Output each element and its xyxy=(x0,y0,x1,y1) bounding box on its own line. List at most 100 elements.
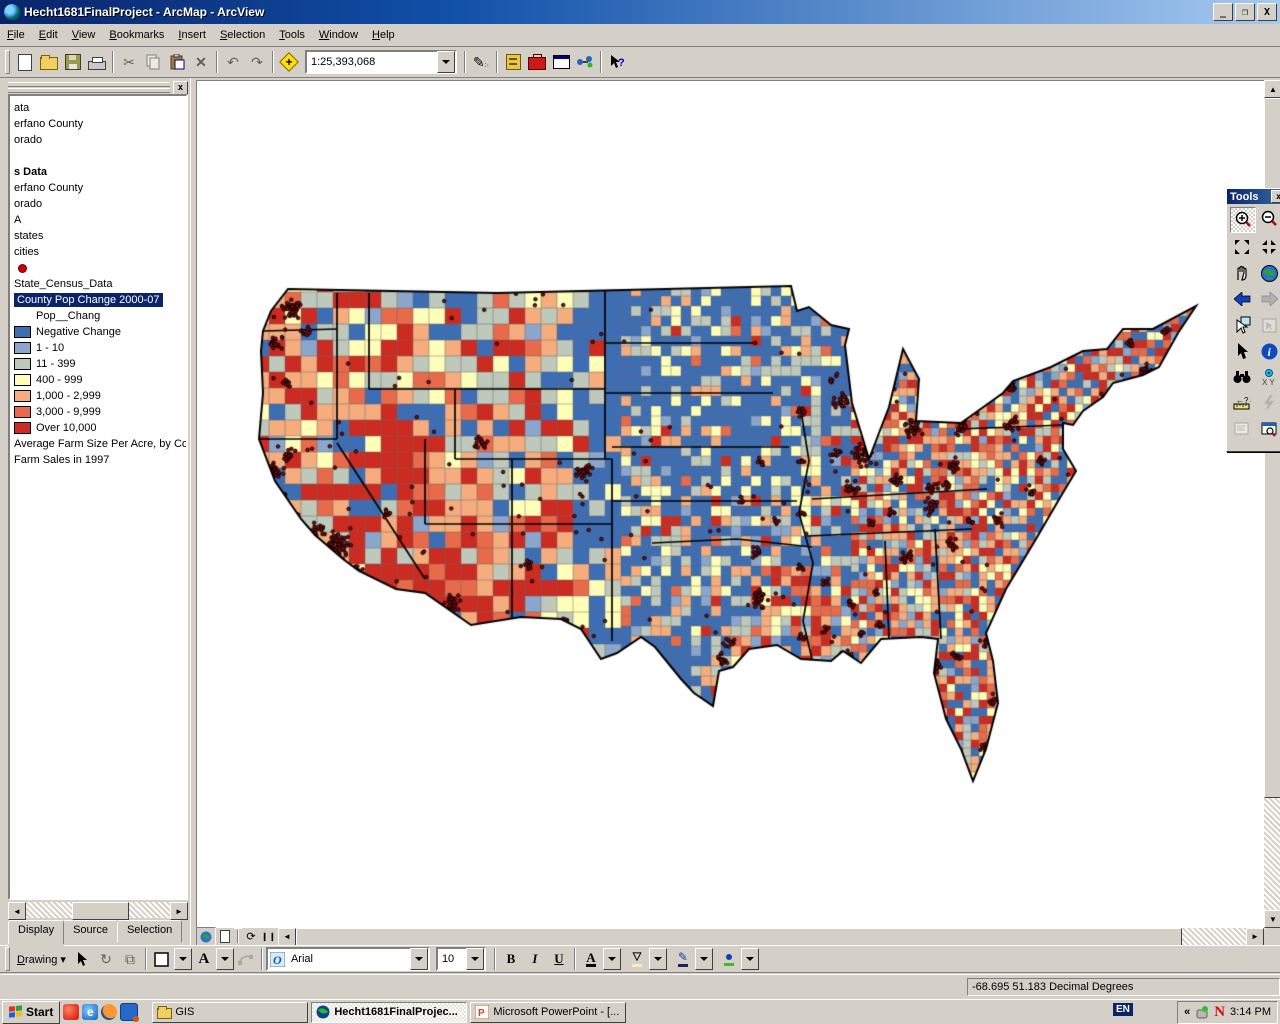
tray-collapse-button[interactable]: « xyxy=(1184,1006,1190,1018)
scale-dropdown-arrow[interactable] xyxy=(437,51,455,73)
toc-item[interactable]: 1 - 10 xyxy=(10,340,186,356)
taskbar-button-arcmap[interactable]: Hecht1681FinalProjec... xyxy=(311,1002,467,1023)
text-dropdown-arrow[interactable] xyxy=(216,948,234,970)
toc-item[interactable]: 400 - 999 xyxy=(10,372,186,388)
bold-button[interactable]: B xyxy=(499,947,523,971)
toc-item[interactable]: Average Farm Size Per Acre, by Cou xyxy=(10,436,186,452)
pan-tool[interactable] xyxy=(1230,261,1254,285)
menu-selection[interactable]: Selection xyxy=(213,26,272,44)
desktop-quicklaunch-icon[interactable] xyxy=(120,1003,138,1021)
toc-item[interactable]: erfano County xyxy=(10,180,186,196)
find-tool[interactable] xyxy=(1230,365,1254,389)
hyperlink-tool[interactable] xyxy=(1257,391,1280,415)
text-tool-button[interactable]: A xyxy=(192,947,216,971)
marker-color-dropdown[interactable] xyxy=(741,948,759,970)
toc-item[interactable]: 11 - 399 xyxy=(10,356,186,372)
rotate-element-button[interactable]: ↻ xyxy=(94,947,118,971)
zoom-out-tool[interactable] xyxy=(1257,207,1280,231)
menu-help[interactable]: Help xyxy=(365,26,402,44)
tray-netware-icon[interactable]: N xyxy=(1214,1004,1225,1021)
go-back-extent-tool[interactable] xyxy=(1230,287,1254,311)
taskbar-button-powerpoint[interactable]: P Microsoft PowerPoint - [... xyxy=(470,1002,626,1023)
menu-tools[interactable]: Tools xyxy=(272,26,312,44)
close-button[interactable]: X xyxy=(1257,3,1277,21)
select-elements-tool[interactable] xyxy=(1230,339,1254,363)
magnifier-window-tool[interactable] xyxy=(1257,417,1280,441)
save-button[interactable] xyxy=(61,50,85,74)
italic-button[interactable]: I xyxy=(523,947,547,971)
menu-insert[interactable]: Insert xyxy=(171,26,213,44)
new-document-button[interactable] xyxy=(13,50,37,74)
toc-item[interactable]: ata xyxy=(10,100,186,116)
underline-button[interactable]: U xyxy=(547,947,571,971)
delete-button[interactable]: ✕ xyxy=(189,50,213,74)
paste-button[interactable] xyxy=(165,50,189,74)
toc-scroll-right-arrow[interactable]: ► xyxy=(170,902,188,920)
language-indicator[interactable]: EN xyxy=(1113,1003,1133,1016)
menu-window[interactable]: Window xyxy=(312,26,365,44)
whats-this-help-button[interactable]: ? xyxy=(605,50,629,74)
toc-item[interactable]: Farm Sales in 1997 xyxy=(10,452,186,468)
font-size-dropdown-arrow[interactable] xyxy=(466,948,484,970)
toc-layer-selected[interactable]: County Pop Change 2000-07 xyxy=(10,292,186,308)
usa-county-choropleth-map[interactable] xyxy=(197,81,1265,929)
restore-button[interactable]: ❐ xyxy=(1235,3,1255,21)
drawbar-grip[interactable] xyxy=(5,947,10,971)
tray-agent-icon[interactable] xyxy=(1195,1005,1209,1019)
redo-button[interactable]: ↷ xyxy=(245,50,269,74)
minimize-button[interactable]: _ xyxy=(1213,3,1233,21)
go-to-xy-tool[interactable]: X Y xyxy=(1257,365,1280,389)
html-popup-tool[interactable] xyxy=(1230,417,1254,441)
toc-item[interactable]: Negative Change xyxy=(10,324,186,340)
shape-tool-button[interactable] xyxy=(150,947,174,971)
editor-toolbar-button[interactable]: ✎:· xyxy=(469,50,493,74)
select-features-tool[interactable] xyxy=(1230,313,1254,337)
arctoolbox-button[interactable] xyxy=(525,50,549,74)
go-forward-extent-tool[interactable] xyxy=(1257,287,1280,311)
identify-tool[interactable]: i xyxy=(1257,339,1280,363)
map-scroll-right-arrow[interactable]: ► xyxy=(1246,928,1264,946)
line-color-button[interactable]: ✎ xyxy=(671,947,695,971)
toc-item[interactable]: Pop__Chang xyxy=(10,308,186,324)
command-window-button[interactable] xyxy=(549,50,573,74)
firefox-quicklaunch-icon[interactable] xyxy=(101,1004,117,1020)
undo-button[interactable]: ↶ xyxy=(221,50,245,74)
toc-item[interactable]: erfano County xyxy=(10,116,186,132)
zoom-to-selected-button[interactable]: ⧉ xyxy=(118,947,142,971)
marker-color-button[interactable] xyxy=(717,947,741,971)
open-button[interactable] xyxy=(37,50,61,74)
zoom-in-tool[interactable] xyxy=(1230,207,1256,233)
toc-tab-selection[interactable]: Selection xyxy=(117,920,182,942)
aim-quicklaunch-icon[interactable] xyxy=(63,1004,79,1020)
toc-grab-bar[interactable]: x xyxy=(8,82,188,92)
pause-drawing-button[interactable]: ❙❙ xyxy=(260,928,278,945)
menu-view[interactable]: View xyxy=(65,26,103,44)
font-dropdown-arrow[interactable] xyxy=(410,948,428,970)
toolbar-grip[interactable] xyxy=(5,50,10,74)
font-color-button[interactable]: A xyxy=(579,947,603,971)
font-name-combo[interactable]: O Arial xyxy=(266,947,430,971)
toc-item[interactable]: 3,000 - 9,999 xyxy=(10,404,186,420)
copy-button[interactable] xyxy=(141,50,165,74)
map-scroll-up-arrow[interactable]: ▲ xyxy=(1264,80,1280,98)
edit-vertices-button[interactable] xyxy=(234,947,258,971)
map-scale-combo[interactable]: 1:25,393,068 xyxy=(305,50,457,74)
drawing-menu[interactable]: Drawing ▾ xyxy=(13,953,70,966)
toc-item[interactable]: states xyxy=(10,228,186,244)
fixed-zoom-out-tool[interactable] xyxy=(1257,235,1280,259)
data-view-button[interactable] xyxy=(196,927,216,946)
refresh-view-button[interactable]: ⟳ xyxy=(242,928,260,945)
shape-dropdown-arrow[interactable] xyxy=(174,948,192,970)
menu-bookmarks[interactable]: Bookmarks xyxy=(102,26,171,44)
toc-horizontal-scrollbar[interactable]: ◄ ► xyxy=(8,902,188,918)
toc-item[interactable]: s Data xyxy=(10,164,186,180)
toc-item[interactable]: orado xyxy=(10,196,186,212)
toc-item[interactable] xyxy=(10,148,186,164)
internet-explorer-quicklaunch-icon[interactable]: e xyxy=(82,1004,98,1020)
menu-file[interactable]: File xyxy=(0,26,32,44)
toc-close-button[interactable]: x xyxy=(173,81,188,95)
start-button[interactable]: Start xyxy=(2,1001,60,1024)
print-button[interactable] xyxy=(85,50,109,74)
toc-item[interactable]: State_Census_Data xyxy=(10,276,186,292)
font-color-dropdown[interactable] xyxy=(603,948,621,970)
